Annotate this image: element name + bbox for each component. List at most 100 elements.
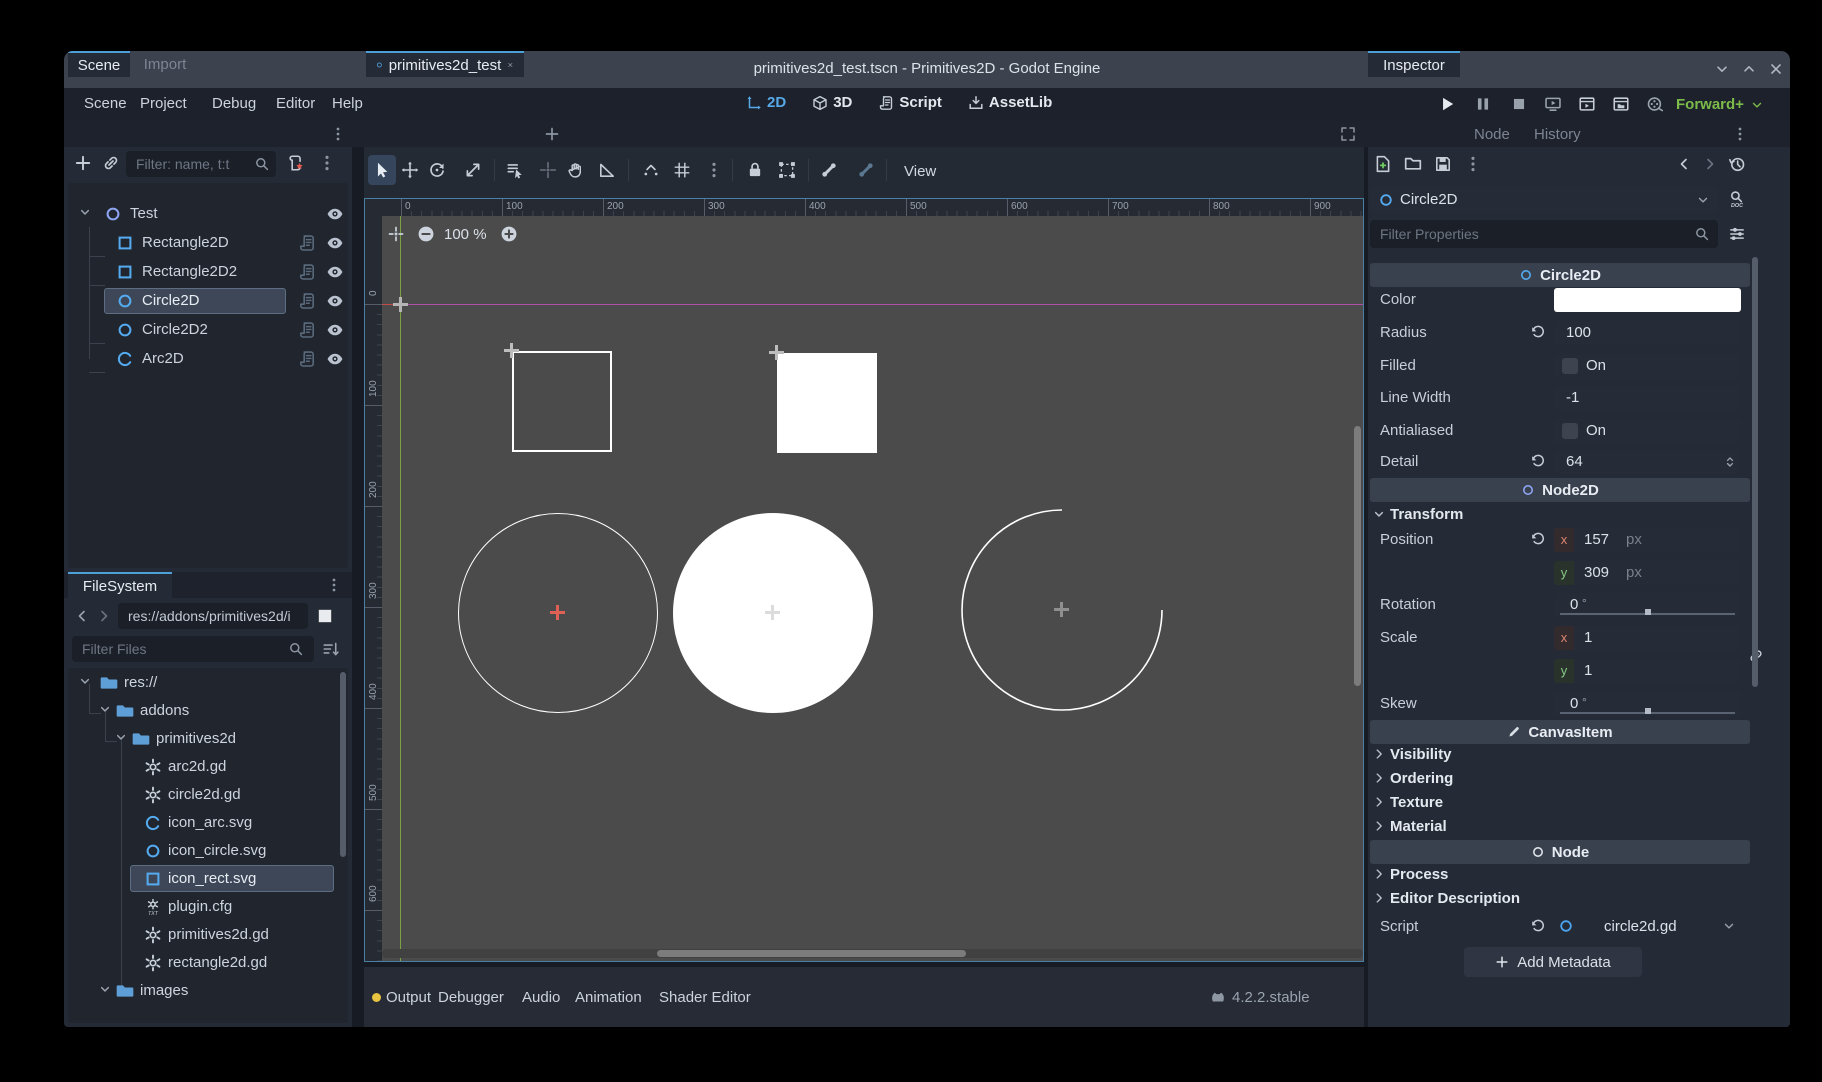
group-editor-description[interactable]: Editor Description	[1370, 887, 1750, 911]
group-process[interactable]: Process	[1370, 863, 1750, 887]
edit-history-button[interactable]	[1728, 155, 1746, 173]
object-selector[interactable]: Circle2D	[1370, 186, 1718, 214]
collapse-icon[interactable]	[78, 205, 92, 219]
collapse-icon[interactable]	[98, 702, 112, 716]
fs-row-plugin-cfg[interactable]: TXT plugin.cfg	[72, 894, 352, 920]
revert-icon[interactable]	[1530, 918, 1546, 934]
zoom-in-button[interactable]	[500, 225, 518, 243]
menu-editor[interactable]: Editor	[276, 95, 315, 112]
inspector-scrollbar[interactable]	[1752, 257, 1758, 687]
rotate-mode-button[interactable]	[428, 161, 446, 179]
revert-icon[interactable]	[1530, 531, 1546, 547]
window-maximize-button[interactable]	[1741, 61, 1757, 77]
add-node-button[interactable]	[74, 154, 92, 172]
group-visibility[interactable]: Visibility	[1370, 743, 1750, 767]
fs-row-circle2d-gd[interactable]: circle2d.gd	[72, 782, 352, 808]
category-circle2d[interactable]: Circle2D	[1370, 263, 1750, 287]
switch-assetlib[interactable]: AssetLib	[968, 94, 1052, 111]
smart-snap-button[interactable]	[642, 161, 660, 179]
category-node2d[interactable]: Node2D	[1370, 478, 1750, 502]
window-minimize-button[interactable]	[1714, 61, 1730, 77]
rotation-field[interactable]: 0 °	[1554, 593, 1741, 617]
pivot-mode-button[interactable]	[539, 161, 557, 179]
tab-node[interactable]: Node	[1474, 126, 1510, 143]
fs-split-mode-toggle[interactable]	[316, 607, 334, 625]
skeleton-options-button[interactable]	[857, 161, 875, 179]
tab-filesystem[interactable]: FileSystem	[68, 572, 172, 598]
play-custom-scene-button[interactable]	[1612, 95, 1630, 113]
save-resource-button[interactable]	[1434, 155, 1452, 173]
fs-row-arc2d-gd[interactable]: arc2d.gd	[72, 754, 352, 780]
center-view-button[interactable]	[387, 225, 405, 243]
category-node[interactable]: Node	[1370, 840, 1750, 864]
tab-inspector[interactable]: Inspector	[1368, 51, 1460, 77]
move-mode-button[interactable]	[401, 161, 419, 179]
visibility-toggle-icon[interactable]	[326, 263, 344, 281]
switch-script[interactable]: Script	[878, 94, 942, 111]
scale-y-field[interactable]: y 1	[1554, 659, 1741, 683]
switch-3d[interactable]: 3D	[812, 94, 852, 111]
visibility-toggle-icon[interactable]	[326, 234, 344, 252]
visibility-toggle-icon[interactable]	[326, 205, 344, 223]
scene-tree-row-arc2d[interactable]: Arc2D	[72, 346, 352, 372]
filled-checkbox[interactable]	[1562, 358, 1578, 374]
canvas[interactable]: 100 %	[382, 216, 1363, 961]
script-dropdown-icon[interactable]	[1722, 919, 1736, 933]
instance-scene-button[interactable]	[102, 154, 120, 172]
fs-row-primitives2d[interactable]: primitives2d	[72, 726, 352, 752]
slider-handle[interactable]	[1645, 708, 1651, 714]
attach-script-button[interactable]	[286, 154, 304, 172]
open-docs-button[interactable]: DOC	[1728, 190, 1746, 208]
fs-back-button[interactable]	[74, 608, 90, 624]
scale-x-field[interactable]: x 1	[1554, 626, 1741, 650]
ruler-mode-button[interactable]	[598, 161, 616, 179]
fs-row-icon-arc-svg[interactable]: icon_arc.svg	[72, 810, 352, 836]
fs-forward-button[interactable]	[96, 608, 112, 624]
scene-tree-row-rectangle2d[interactable]: Rectangle2D	[72, 230, 352, 256]
scene-tree-row-circle2d[interactable]: Circle2D	[72, 288, 352, 314]
rectangle2d2-filled-shape[interactable]	[777, 353, 877, 453]
script-attached-icon[interactable]	[298, 321, 316, 339]
menu-debug[interactable]: Debug	[212, 95, 256, 112]
tab-primitives2d-test[interactable]: primitives2d_test	[366, 51, 524, 77]
fs-row-primitives2d-gd[interactable]: primitives2d.gd	[72, 922, 352, 948]
antialiased-field[interactable]: On	[1554, 419, 1741, 443]
script-value[interactable]: circle2d.gd	[1604, 918, 1677, 935]
distraction-free-button[interactable]	[1340, 126, 1356, 142]
bottom-tab-animation[interactable]: Animation	[575, 967, 642, 1027]
view-menu[interactable]: View	[904, 163, 936, 180]
revert-icon[interactable]	[1530, 324, 1546, 340]
script-attached-icon[interactable]	[298, 234, 316, 252]
close-scene-tab-icon[interactable]	[507, 58, 514, 72]
menu-scene[interactable]: Scene	[84, 95, 127, 112]
skeleton-button[interactable]	[820, 161, 838, 179]
add-metadata-button[interactable]: Add Metadata	[1464, 947, 1642, 977]
property-tools-button[interactable]	[1728, 225, 1746, 243]
play-scene-button[interactable]	[1578, 95, 1596, 113]
revert-icon[interactable]	[1530, 453, 1546, 469]
history-back-button[interactable]	[1676, 156, 1692, 172]
group-ordering[interactable]: Ordering	[1370, 767, 1750, 791]
movie-maker-button[interactable]	[1646, 95, 1664, 113]
filled-field[interactable]: On	[1554, 354, 1741, 378]
detail-field[interactable]: 64	[1554, 450, 1741, 474]
group-object-button[interactable]	[778, 161, 796, 179]
color-swatch[interactable]	[1554, 288, 1741, 312]
skew-field[interactable]: 0 °	[1554, 692, 1741, 716]
rotation-slider[interactable]	[1560, 613, 1735, 615]
script-attached-icon[interactable]	[298, 263, 316, 281]
scene-dock-menu-icon[interactable]	[330, 126, 346, 142]
fs-row-rectangle2d-gd[interactable]: rectangle2d.gd	[72, 950, 352, 976]
list-select-button[interactable]	[506, 161, 524, 179]
group-texture[interactable]: Texture	[1370, 791, 1750, 815]
h-scrollbar-thumb[interactable]	[657, 950, 966, 957]
fs-path-input[interactable]	[118, 603, 308, 629]
collapse-icon[interactable]	[98, 982, 112, 996]
grid-snap-button[interactable]	[673, 161, 691, 179]
switch-2d[interactable]: 2D	[746, 94, 786, 111]
fs-row-addons[interactable]: addons	[72, 698, 352, 724]
bottom-tab-output[interactable]: Output	[386, 967, 431, 1027]
pause-button[interactable]	[1474, 95, 1492, 113]
window-close-button[interactable]	[1768, 61, 1784, 77]
radius-field[interactable]: 100	[1554, 321, 1741, 345]
